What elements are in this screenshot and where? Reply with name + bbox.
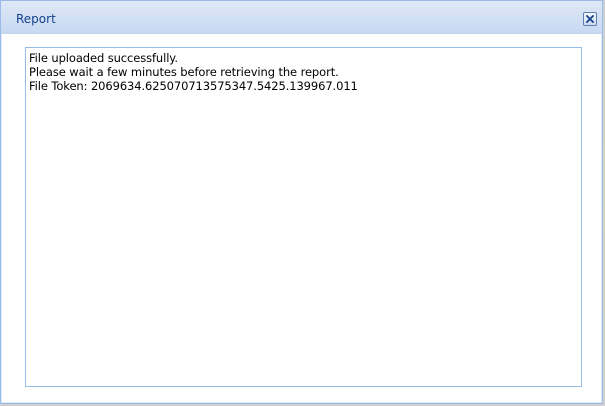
dialog-titlebar[interactable]: Report [1, 1, 602, 34]
upload-success-text: File uploaded successfully. [29, 51, 178, 65]
dialog-title: Report [16, 12, 56, 26]
dialog-body: File uploaded successfully. Please wait … [2, 34, 601, 402]
close-button[interactable] [583, 12, 597, 26]
wait-instruction-text: Please wait a few minutes before retriev… [29, 65, 339, 79]
close-icon [586, 15, 594, 23]
file-token-text: File Token: 2069634.625070713575347.5425… [29, 79, 358, 93]
report-dialog: Report File uploaded successfully. Pleas… [0, 0, 603, 404]
report-message-box: File uploaded successfully. Please wait … [25, 47, 582, 387]
